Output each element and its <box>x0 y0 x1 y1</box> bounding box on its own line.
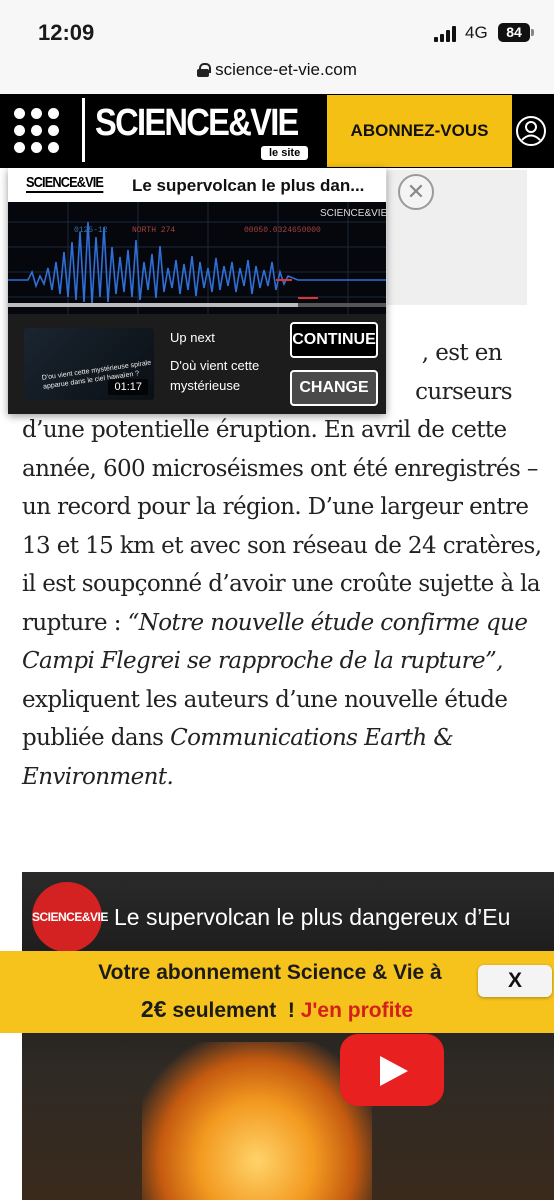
address-bar[interactable]: science-et-vie.com <box>0 56 554 94</box>
lava-eruption-image <box>142 1042 372 1200</box>
logo-text: SCIENCE&VIE <box>95 102 299 144</box>
player-logo: SCIENCE&VIE <box>26 174 104 193</box>
logo-tag: le site <box>261 146 309 160</box>
clock: 12:09 <box>38 20 95 45</box>
promo-headline: Votre abonnement Science & Vie à <box>98 961 442 984</box>
article-text: d’une potentielle éruption. En avril de … <box>22 417 542 636</box>
promo-offer: 2€ seulement ! J'en profite <box>0 996 554 1023</box>
up-next-title[interactable]: D'où vient cette mystérieuse <box>170 356 288 396</box>
thumbnail-duration: 01:17 <box>108 379 148 395</box>
url-display[interactable]: science-et-vie.com <box>197 60 357 80</box>
signal-icon <box>434 26 458 42</box>
channel-avatar[interactable]: SCIENCE&VIE <box>32 882 108 952</box>
player-video-title[interactable]: Le supervolcan le plus dan... <box>132 176 364 196</box>
continue-button[interactable]: CONTINUE <box>290 322 378 358</box>
battery-tip <box>531 29 534 36</box>
video-overlay-text-1: 0125-12 <box>74 226 108 235</box>
status-bar: 12:09 4G 84 <box>0 0 554 56</box>
embed-video-title[interactable]: Le supervolcan le plus dangereux d’Eu <box>114 904 510 931</box>
floating-video-player[interactable]: SCIENCE&VIE Le supervolcan le plus dan..… <box>8 168 386 414</box>
video-watermark: SCIENCE&VIE <box>320 208 386 219</box>
article-paragraph: d’une potentielle éruption. En avril de … <box>22 411 542 796</box>
lock-icon <box>197 63 212 77</box>
site-header: SCIENCE&VIE le site ABONNEZ-VOUS <box>0 94 554 168</box>
up-next-thumbnail[interactable]: D'ou vient cette mystérieuse spirale app… <box>24 328 154 400</box>
user-account-icon[interactable] <box>514 114 548 148</box>
player-title-bar: SCIENCE&VIE Le supervolcan le plus dan..… <box>8 168 386 202</box>
video-frame-seismograph[interactable]: SCIENCE&VIE 0125-12 NORTH 274 00050.0324… <box>8 202 386 314</box>
url-text: science-et-vie.com <box>215 60 357 79</box>
video-overlay-text-2: NORTH 274 <box>132 226 175 235</box>
up-next-panel: D'ou vient cette mystérieuse spirale app… <box>8 314 386 414</box>
subscribe-button[interactable]: ABONNEZ-VOUS <box>327 95 512 167</box>
site-logo[interactable]: SCIENCE&VIE le site <box>82 98 322 162</box>
network-type: 4G <box>465 23 488 42</box>
promo-banner[interactable]: Votre abonnement Science & Vie à 2€ seul… <box>0 951 554 1033</box>
close-ad-icon[interactable]: ✕ <box>398 174 434 210</box>
video-overlay-text-3: 00050.0324650000 <box>244 226 321 235</box>
menu-grid-icon[interactable] <box>14 108 62 154</box>
promo-close-button[interactable]: X <box>478 965 552 997</box>
change-button[interactable]: CHANGE <box>290 370 378 406</box>
up-next-label: Up next <box>170 330 215 345</box>
promo-cta-link[interactable]: J'en profite <box>301 999 413 1022</box>
youtube-embed[interactable]: SCIENCE&VIE Le supervolcan le plus dange… <box>22 872 554 1200</box>
promo-price-suffix: seulement <box>172 999 277 1022</box>
youtube-play-icon[interactable] <box>340 1034 444 1106</box>
battery-icon: 84 <box>498 23 530 42</box>
promo-exclamation: ! <box>287 999 295 1022</box>
promo-price: 2€ <box>140 996 167 1022</box>
